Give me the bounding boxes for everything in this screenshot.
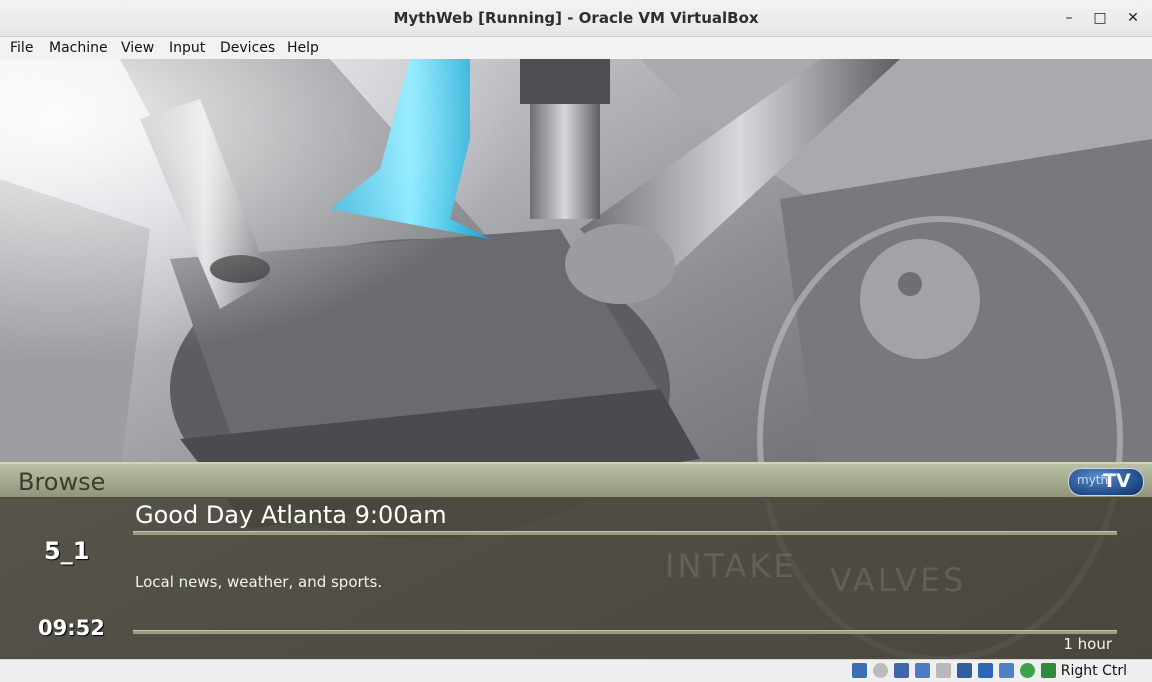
display-icon[interactable] xyxy=(978,663,993,678)
network-icon[interactable] xyxy=(915,663,930,678)
hard-disk-icon[interactable] xyxy=(852,663,867,678)
usb-icon[interactable] xyxy=(936,663,951,678)
program-info-panel: INTAKE VALVES Good Day Atlanta 9:00am 5_… xyxy=(0,497,1152,659)
minimize-button[interactable]: – xyxy=(1058,8,1080,28)
title-bar: MythWeb [Running] - Oracle VM VirtualBox… xyxy=(0,0,1152,37)
browse-title: Browse xyxy=(18,468,106,496)
menu-view[interactable]: View xyxy=(121,40,154,56)
background-text-valves: VALVES xyxy=(830,561,967,599)
vm-screen[interactable]: Browse myth TV INTAKE VALVES Good Day At… xyxy=(0,59,1152,659)
divider-bottom xyxy=(133,630,1117,634)
optical-drive-icon[interactable] xyxy=(873,663,888,678)
status-bar: Right Ctrl xyxy=(0,659,1152,682)
logo-tv-text: TV xyxy=(1103,470,1131,492)
menu-input[interactable]: Input xyxy=(169,40,205,56)
program-duration: 1 hour xyxy=(1063,635,1112,653)
mouse-integration-icon[interactable] xyxy=(1041,663,1056,678)
shared-folders-icon[interactable] xyxy=(957,663,972,678)
background-text-intake: INTAKE xyxy=(665,547,797,585)
host-key-label: Right Ctrl xyxy=(1060,663,1127,679)
close-button[interactable]: ✕ xyxy=(1122,8,1144,28)
menu-bar: File Machine View Input Devices Help xyxy=(0,37,1152,59)
menu-help[interactable]: Help xyxy=(287,40,319,56)
cpu-icon[interactable] xyxy=(1020,663,1035,678)
menu-file[interactable]: File xyxy=(10,40,33,56)
audio-icon[interactable] xyxy=(894,663,909,678)
browse-header-bar: Browse myth TV xyxy=(0,462,1152,499)
channel-number: 5_1 xyxy=(44,537,90,565)
menu-devices[interactable]: Devices xyxy=(220,40,275,56)
divider-top xyxy=(133,531,1117,535)
program-description: Local news, weather, and sports. xyxy=(135,573,383,591)
recording-icon[interactable] xyxy=(999,663,1014,678)
menu-machine[interactable]: Machine xyxy=(49,40,108,56)
maximize-button[interactable]: □ xyxy=(1089,8,1111,28)
mythtv-logo: myth TV xyxy=(1068,468,1144,496)
current-time: 09:52 xyxy=(38,616,105,640)
window-title: MythWeb [Running] - Oracle VM VirtualBox xyxy=(393,9,759,27)
program-title: Good Day Atlanta 9:00am xyxy=(135,501,447,529)
